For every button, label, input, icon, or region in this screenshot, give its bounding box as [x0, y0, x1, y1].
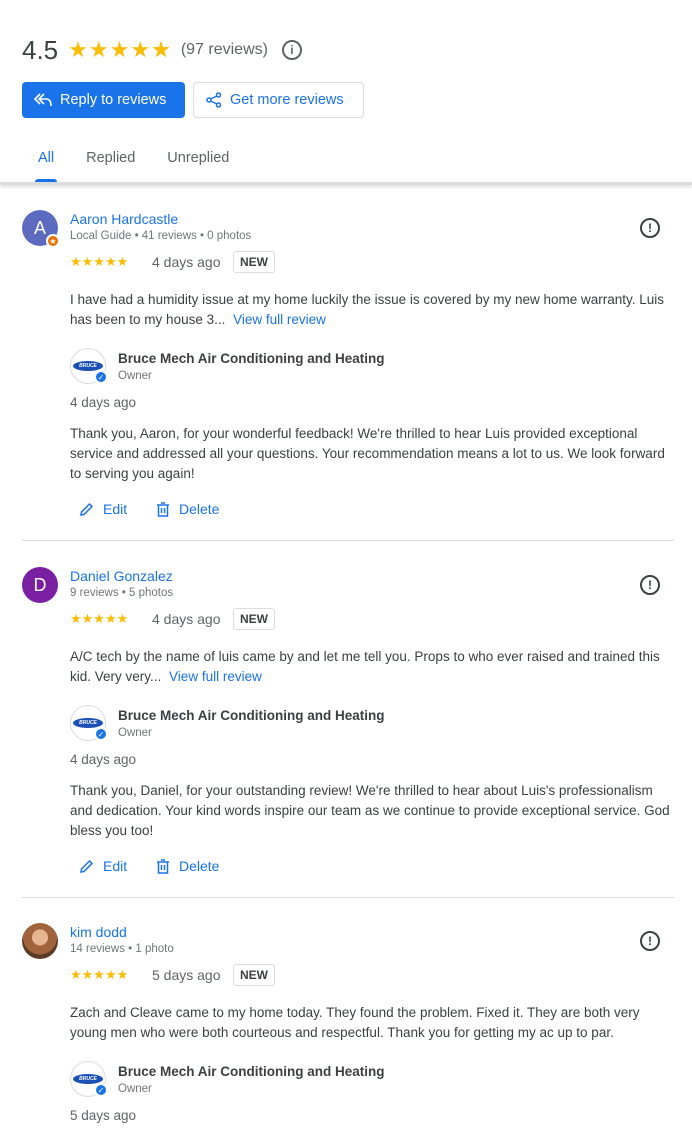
- review-stars: ★★★★★: [70, 255, 128, 268]
- share-icon: [206, 92, 222, 108]
- report-icon[interactable]: !: [640, 218, 660, 238]
- review-card: A ★ Aaron Hardcastle Local Guide • 41 re…: [22, 210, 674, 530]
- owner-name: Bruce Mech Air Conditioning and Heating: [118, 1064, 385, 1079]
- review-date: 4 days ago: [152, 611, 221, 627]
- review-date: 4 days ago: [152, 254, 221, 270]
- star-icon: ★★★★★: [70, 611, 129, 626]
- review-body: A/C tech by the name of luis came by and…: [70, 649, 660, 684]
- star-icon: ★★★★★: [70, 254, 129, 269]
- trash-icon: [157, 858, 169, 874]
- reviewer-meta: 14 reviews • 1 photo: [70, 943, 174, 955]
- reply-date: 5 days ago: [70, 1108, 137, 1123]
- rating-stars: ★ ★ ★ ★ ★: [68, 39, 171, 61]
- owner-role: Owner: [118, 370, 152, 382]
- review-stars: ★★★★★: [70, 968, 128, 981]
- reply-to-reviews-label: Reply to reviews: [60, 92, 167, 108]
- review-body: Zach and Cleave came to my home today. T…: [70, 1005, 640, 1040]
- star-icon: ★: [109, 37, 130, 62]
- reply-date: 4 days ago: [70, 752, 137, 767]
- review-filter-tabs: All Replied Unreplied: [22, 140, 245, 182]
- edit-reply-button[interactable]: Edit: [79, 501, 127, 517]
- report-icon[interactable]: !: [640, 575, 660, 595]
- star-icon: ★: [130, 37, 151, 62]
- owner-name: Bruce Mech Air Conditioning and Heating: [118, 708, 385, 723]
- info-icon[interactable]: i: [281, 40, 302, 60]
- review-card: D Daniel Gonzalez 9 reviews • 5 photos !…: [22, 567, 674, 887]
- star-icon: ★★★★★: [70, 967, 129, 982]
- new-badge: NEW: [233, 964, 275, 986]
- tab-all[interactable]: All: [22, 140, 70, 182]
- local-guide-badge-icon: ★: [46, 234, 60, 248]
- tab-replied[interactable]: Replied: [70, 140, 151, 182]
- rating-summary: 4.5 ★ ★ ★ ★ ★ (97 reviews) i: [22, 32, 302, 68]
- review-count: (97 reviews): [180, 41, 268, 58]
- star-icon: ★: [88, 37, 109, 62]
- new-badge: NEW: [233, 608, 275, 630]
- review-text: Zach and Cleave came to my home today. T…: [70, 1003, 674, 1043]
- get-more-reviews-label: Get more reviews: [230, 92, 344, 108]
- review-card: kim dodd 14 reviews • 1 photo ! ★★★★★ 5 …: [22, 923, 674, 1138]
- pencil-icon: [80, 502, 94, 516]
- reply-text: Thank you, Aaron, for your wonderful fee…: [70, 426, 665, 481]
- reviewer-meta: Local Guide • 41 reviews • 0 photos: [70, 230, 252, 242]
- reply-text: Thank you, Daniel, for your outstanding …: [70, 783, 670, 838]
- edit-label: Edit: [103, 858, 128, 874]
- delete-reply-button[interactable]: Delete: [156, 501, 219, 517]
- avatar[interactable]: [22, 923, 58, 959]
- tab-unreplied[interactable]: Unreplied: [151, 140, 245, 182]
- edit-label: Edit: [103, 501, 128, 517]
- trash-icon: [157, 501, 169, 517]
- reviews-header: 4.5 ★ ★ ★ ★ ★ (97 reviews) i Reply to re…: [0, 0, 692, 184]
- delete-label: Delete: [179, 501, 220, 517]
- reply-all-icon: [34, 93, 52, 107]
- reviewer-name[interactable]: kim dodd: [70, 924, 127, 940]
- new-badge: NEW: [233, 251, 275, 273]
- view-full-review-link[interactable]: View full review: [233, 312, 326, 327]
- verified-check-icon: ✓: [94, 1083, 108, 1097]
- review-divider: [22, 897, 674, 898]
- header-divider: [0, 182, 692, 185]
- delete-label: Delete: [179, 858, 220, 874]
- reviewer-name[interactable]: Daniel Gonzalez: [70, 568, 173, 584]
- owner-role: Owner: [118, 1083, 152, 1095]
- review-divider: [22, 540, 674, 541]
- review-date: 5 days ago: [152, 967, 221, 983]
- reply-to-reviews-button[interactable]: Reply to reviews: [22, 82, 185, 118]
- view-full-review-link[interactable]: View full review: [169, 669, 262, 684]
- review-text: A/C tech by the name of luis came by and…: [70, 647, 674, 687]
- reply-date: 4 days ago: [70, 395, 137, 410]
- verified-check-icon: ✓: [94, 727, 108, 741]
- get-more-reviews-button[interactable]: Get more reviews: [193, 82, 364, 118]
- reviewer-meta: 9 reviews • 5 photos: [70, 587, 174, 599]
- review-text: I have had a humidity issue at my home l…: [70, 290, 674, 330]
- star-icon: ★: [68, 37, 88, 62]
- pencil-icon: [80, 859, 94, 873]
- delete-reply-button[interactable]: Delete: [156, 858, 219, 874]
- review-body: I have had a humidity issue at my home l…: [70, 292, 665, 327]
- review-stars: ★★★★★: [70, 612, 128, 625]
- owner-name: Bruce Mech Air Conditioning and Heating: [118, 351, 385, 366]
- owner-role: Owner: [118, 727, 152, 739]
- average-rating: 4.5: [22, 34, 59, 65]
- review-actions-row: Reply to reviews Get more reviews: [22, 82, 364, 118]
- avatar[interactable]: D: [22, 567, 58, 603]
- report-icon[interactable]: !: [640, 931, 660, 951]
- reviewer-name[interactable]: Aaron Hardcastle: [70, 211, 178, 227]
- edit-reply-button[interactable]: Edit: [79, 858, 127, 874]
- half-star-icon: ★: [151, 37, 171, 62]
- verified-check-icon: ✓: [94, 370, 108, 384]
